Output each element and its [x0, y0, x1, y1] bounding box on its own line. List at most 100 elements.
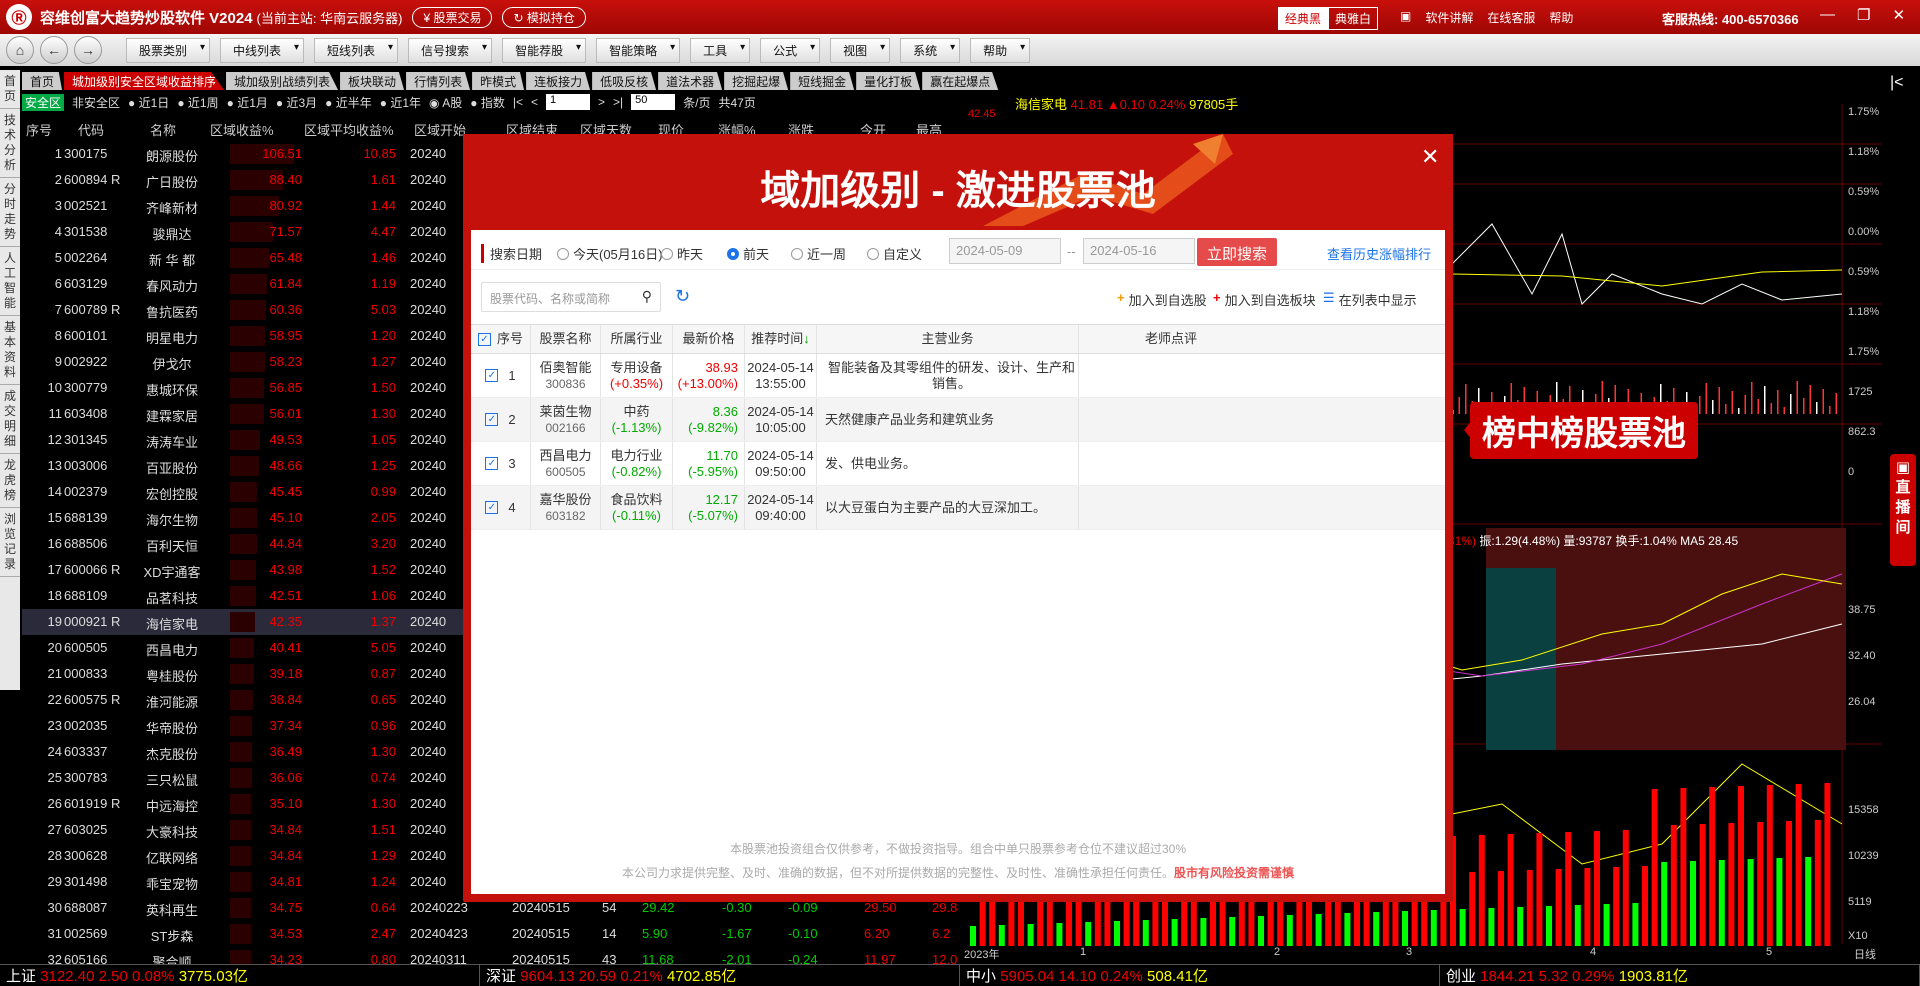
market-a[interactable]: ◉ A股 [429, 94, 462, 111]
vtab-dragon[interactable]: 龙虎榜 [0, 454, 20, 508]
th-time[interactable]: 推荐时间 ↓ [745, 325, 817, 353]
radio-yesterday[interactable]: 昨天 [661, 244, 703, 263]
modal-close-icon[interactable]: ✕ [1421, 144, 1439, 170]
tab-daofa[interactable]: 道法术器 [658, 72, 723, 90]
restore-icon[interactable]: ❐ [1857, 6, 1870, 24]
th-price[interactable]: 最新价格 [673, 325, 745, 353]
tab-low-absorb[interactable]: 低吸反核 [592, 72, 657, 90]
period-1y[interactable]: ● 近1年 [380, 94, 421, 111]
row-checkbox[interactable]: ✓ [485, 413, 499, 426]
index-status-item[interactable]: 深证 9604.13 20.59 0.21% 4702.85亿 [480, 965, 960, 986]
collapse-icon[interactable]: |< [1890, 74, 1904, 92]
filter-unsafe-zone[interactable]: 非安全区 [72, 94, 120, 111]
search-icon[interactable]: ⚲ [642, 288, 652, 305]
index-status-item[interactable]: 上证 3122.40 2.50 0.08% 3775.03亿 [0, 965, 480, 986]
tab-sector-link[interactable]: 板块联动 [340, 72, 405, 90]
link-tutorial[interactable]: 软件讲解 [1425, 9, 1473, 26]
tab-record[interactable]: 城加级别战绩列表 [226, 72, 339, 90]
video-icon[interactable]: ▣ [1400, 9, 1411, 26]
skin-elegant-white[interactable]: 典雅白 [1328, 7, 1379, 30]
col-name[interactable]: 名称 [150, 120, 176, 139]
row-stock[interactable]: 佰奥智能 300836 [531, 354, 601, 397]
period-1m[interactable]: ● 近1月 [227, 94, 268, 111]
menu-smart-pick[interactable]: 智能荐股 [502, 37, 587, 63]
add-watch-button[interactable]: + 加入到自选股 [1117, 290, 1207, 309]
back-icon[interactable]: ← [40, 36, 68, 64]
row-stock[interactable]: 嘉华股份 603182 [531, 486, 601, 529]
period-6m[interactable]: ● 近半年 [325, 94, 372, 111]
code-search-input[interactable]: 股票代码、名称或简称 ⚲ [481, 282, 661, 312]
vtab-history[interactable]: 浏览记录 [0, 508, 20, 577]
tab-yesterday[interactable]: 昨模式 [472, 72, 525, 90]
minimize-icon[interactable]: — [1820, 6, 1835, 24]
col-avg-gain[interactable]: 区域平均收益% [304, 120, 394, 139]
menu-tools[interactable]: 工具 [690, 37, 751, 63]
row-stock[interactable]: 莱茵生物 002166 [531, 398, 601, 441]
history-rank-link[interactable]: 查看历史涨幅排行 [1327, 244, 1431, 263]
tab-quant[interactable]: 量化打板 [856, 72, 921, 90]
menu-mid-list[interactable]: 中线列表 [220, 37, 305, 63]
stock-trade-button[interactable]: ¥ 股票交易 [412, 6, 493, 28]
row-stock[interactable]: 西昌电力 600505 [531, 442, 601, 485]
forward-icon[interactable]: → [74, 36, 102, 64]
first-page-icon[interactable]: |< [513, 95, 523, 109]
tab-home[interactable]: 首页 [22, 72, 63, 90]
vtab-basic[interactable]: 基本资料 [0, 316, 20, 385]
skin-classic-black[interactable]: 经典黑 [1278, 7, 1329, 30]
market-index[interactable]: ● 指数 [470, 94, 505, 111]
vtab-tech[interactable]: 技术分析 [0, 109, 20, 178]
link-support[interactable]: 在线客服 [1487, 9, 1535, 26]
index-status-item[interactable]: 创业 1844.21 5.32 0.29% 1903.81亿 [1440, 965, 1920, 986]
menu-view[interactable]: 视图 [830, 37, 891, 63]
tab-dig[interactable]: 挖掘起爆 [724, 72, 789, 90]
sim-position-button[interactable]: ↻ 模拟持仓 [502, 6, 586, 28]
vtab-deals[interactable]: 成交明细 [0, 385, 20, 454]
refresh-icon[interactable]: ↻ [675, 286, 690, 307]
tab-relay[interactable]: 连板接力 [526, 72, 591, 90]
row-checkbox[interactable]: ✓ [485, 369, 499, 382]
menu-help[interactable]: 帮助 [970, 37, 1031, 63]
select-all-checkbox[interactable]: ✓ [477, 332, 491, 346]
period-1w[interactable]: ● 近1周 [177, 94, 218, 111]
tab-quote-list[interactable]: 行情列表 [406, 72, 471, 90]
pool-row[interactable]: ✓ 2 莱茵生物 002166 中药 (-1.13%) 8.36 (-9.82%) 2024-0… [471, 398, 1445, 442]
col-zone-gain[interactable]: 区域收益% [210, 120, 274, 139]
period-3m[interactable]: ● 近3月 [276, 94, 317, 111]
tab-short-gold[interactable]: 短线掘金 [790, 72, 855, 90]
tab-win[interactable]: 赢在起爆点 [922, 72, 999, 90]
add-sector-button[interactable]: + 加入到自选板块 [1213, 290, 1316, 309]
menu-formula[interactable]: 公式 [760, 37, 821, 63]
menu-short-list[interactable]: 短线列表 [314, 37, 399, 63]
date-to-input[interactable]: 2024-05-16 [1083, 238, 1195, 264]
vtab-home[interactable]: 首页 [0, 70, 20, 109]
col-start[interactable]: 区域开始 [414, 120, 466, 139]
radio-custom[interactable]: 自定义 [867, 244, 922, 263]
pool-banner[interactable]: 榜中榜股票池 [1464, 402, 1698, 459]
page-input[interactable]: 1 [545, 94, 590, 110]
pool-row[interactable]: ✓ 1 佰奥智能 300836 专用设备 (+0.35%) 38.93 (+13.00%) 20… [471, 354, 1445, 398]
radio-week[interactable]: 近一周 [791, 244, 846, 263]
table-row[interactable]: 31 002569 ST步森 34.53 2.47 20240423 20240515 14 5… [22, 921, 962, 947]
col-no[interactable]: 序号 [26, 120, 52, 139]
menu-signal-search[interactable]: 信号搜索 [408, 37, 493, 63]
menu-smart-strategy[interactable]: 智能策略 [596, 37, 681, 63]
tab-safe-zone-rank[interactable]: 城加级别安全区域收益排序 [64, 72, 225, 90]
index-status-item[interactable]: 中小 5905.04 14.10 0.24% 508.41亿 [960, 965, 1440, 986]
show-in-list-button[interactable]: ☰ 在列表中显示 [1323, 290, 1417, 309]
per-page-select[interactable]: 50 [631, 94, 676, 110]
vtab-ai[interactable]: 人工智能 [0, 247, 20, 316]
filter-safe-zone[interactable]: 安全区 [22, 93, 65, 111]
pool-row[interactable]: ✓ 4 嘉华股份 603182 食品饮料 (-0.11%) 12.17 (-5.07%) 202… [471, 486, 1445, 530]
menu-stock-category[interactable]: 股票类别 [126, 37, 211, 63]
vtab-time[interactable]: 分时走势 [0, 178, 20, 247]
close-icon[interactable]: ✕ [1892, 6, 1905, 24]
col-code[interactable]: 代码 [78, 120, 104, 139]
date-from-input[interactable]: 2024-05-09 [949, 238, 1061, 264]
radio-today[interactable]: 今天(05月16日) [557, 244, 663, 263]
menu-system[interactable]: 系统 [900, 37, 961, 63]
link-help[interactable]: 帮助 [1549, 9, 1573, 26]
live-button[interactable]: ▣ 直播间 [1890, 454, 1916, 566]
period-1d[interactable]: ● 近1日 [128, 94, 169, 111]
th-name[interactable]: 股票名称 [531, 325, 601, 353]
th-industry[interactable]: 所属行业 [601, 325, 673, 353]
